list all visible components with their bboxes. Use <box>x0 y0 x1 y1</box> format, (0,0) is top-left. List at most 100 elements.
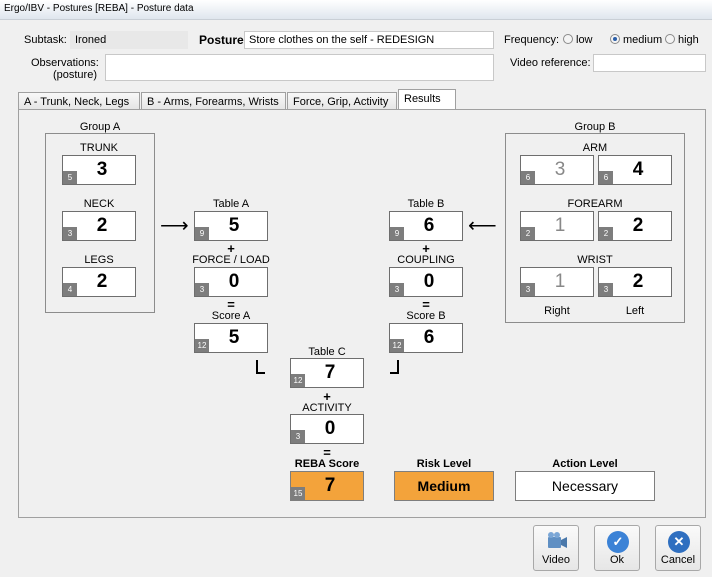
posture-label: Posture: <box>199 33 248 47</box>
activity-max: 3 <box>291 430 305 443</box>
coupling-value: 0 <box>423 271 435 292</box>
wrist-label: WRIST <box>577 254 613 266</box>
radio-low-icon[interactable] <box>563 34 573 44</box>
reba-score-label: REBA Score <box>294 458 360 470</box>
equals-c: = <box>323 445 331 460</box>
radio-medium-icon[interactable] <box>610 34 620 44</box>
activity-value: 0 <box>324 418 336 439</box>
legs-value: 2 <box>96 271 108 292</box>
score-a-max: 12 <box>195 339 209 352</box>
observations-label-line2: (posture) <box>52 69 97 81</box>
frequency-low-radio[interactable]: low <box>559 34 593 46</box>
neck-label: NECK <box>83 198 115 210</box>
right-label: Right <box>544 305 570 317</box>
score-a-label: Score A <box>211 310 251 322</box>
posture-field[interactable]: Store clothes on the self - REDESIGN <box>244 31 494 49</box>
cancel-button[interactable]: ✕ Cancel <box>655 525 701 571</box>
equals-b: = <box>422 297 430 312</box>
legs-score-box: 4 2 <box>62 267 136 297</box>
trunk-score-box: 5 3 <box>62 155 136 185</box>
plus-b: + <box>422 241 430 256</box>
legs-max: 4 <box>63 283 77 296</box>
table-a-box: 9 5 <box>194 211 268 241</box>
tab-results[interactable]: Results <box>398 89 456 110</box>
observations-label: Observations: (posture) <box>31 57 99 81</box>
action-level-label: Action Level <box>552 458 618 470</box>
tab-force-grip-activity[interactable]: Force, Grip, Activity <box>287 92 397 110</box>
observations-field[interactable] <box>105 54 494 81</box>
force-load-label: FORCE / LOAD <box>192 254 270 266</box>
equals-a: = <box>227 297 235 312</box>
frequency-medium-label: medium <box>623 34 663 46</box>
left-label: Left <box>625 305 645 317</box>
neck-value: 2 <box>96 215 108 236</box>
forearm-left-value: 2 <box>632 215 644 236</box>
force-load-max: 3 <box>195 283 209 296</box>
neck-score-box: 3 2 <box>62 211 136 241</box>
arm-right-max: 6 <box>521 171 535 184</box>
tab-trunk-neck-legs[interactable]: A - Trunk, Neck, Legs <box>18 92 140 110</box>
table-a-value: 5 <box>228 215 240 236</box>
checkmark-icon: ✓ <box>607 531 629 553</box>
arm-left-max: 6 <box>599 171 613 184</box>
frequency-label: Frequency: <box>504 34 560 46</box>
score-b-max: 12 <box>390 339 404 352</box>
neck-max: 3 <box>63 227 77 240</box>
forearm-left-max: 2 <box>599 227 613 240</box>
video-reference-field[interactable] <box>593 54 706 72</box>
close-icon: ✕ <box>668 531 690 553</box>
coupling-label: COUPLING <box>397 254 455 266</box>
reba-score-max: 15 <box>291 487 305 500</box>
trunk-max: 5 <box>63 171 77 184</box>
trunk-label: TRUNK <box>80 142 118 154</box>
score-b-value: 6 <box>423 327 435 348</box>
action-level-value: Necessary <box>515 471 655 501</box>
arm-right-value: 3 <box>554 159 566 180</box>
risk-level-label: Risk Level <box>416 458 472 470</box>
table-a-label: Table A <box>212 198 250 210</box>
legs-label: LEGS <box>84 254 114 266</box>
radio-high-icon[interactable] <box>665 34 675 44</box>
arm-right-box: 6 3 <box>520 155 594 185</box>
trunk-value: 3 <box>96 159 108 180</box>
group-b-title: Group B <box>574 121 616 133</box>
forearm-right-value: 1 <box>554 215 566 236</box>
arrow-left-icon: ⟵ <box>468 215 497 237</box>
wrist-right-value: 1 <box>554 271 566 292</box>
table-b-max: 9 <box>390 227 404 240</box>
subtask-field: Ironed <box>70 31 188 49</box>
ok-button[interactable]: ✓ Ok <box>594 525 640 571</box>
window-title: Ergo/IBV - Postures [REBA] - Posture dat… <box>0 0 712 20</box>
table-b-box: 9 6 <box>389 211 463 241</box>
force-load-value: 0 <box>228 271 240 292</box>
wrist-right-max: 3 <box>521 283 535 296</box>
frequency-high-radio[interactable]: high <box>661 34 699 46</box>
table-c-label: Table C <box>308 346 346 358</box>
arm-left-box: 6 4 <box>598 155 672 185</box>
table-c-box: 12 7 <box>290 358 364 388</box>
score-a-value: 5 <box>228 327 240 348</box>
table-c-max: 12 <box>291 374 305 387</box>
activity-label: ACTIVITY <box>302 402 352 414</box>
plus-c: + <box>323 389 331 404</box>
reba-score-box: 15 7 <box>290 471 364 501</box>
connector-a-icon <box>256 360 265 374</box>
ok-button-label: Ok <box>609 554 625 566</box>
score-b-box: 12 6 <box>389 323 463 353</box>
forearm-right-box: 2 1 <box>520 211 594 241</box>
video-button[interactable]: Video <box>533 525 579 571</box>
arrow-right-icon: ⟶ <box>160 215 189 237</box>
plus-a: + <box>227 241 235 256</box>
wrist-left-box: 3 2 <box>598 267 672 297</box>
risk-level-value: Medium <box>394 471 494 501</box>
forearm-label: FOREARM <box>567 198 623 210</box>
tab-arms-forearms-wrists[interactable]: B - Arms, Forearms, Wrists <box>141 92 286 110</box>
activity-box: 3 0 <box>290 414 364 444</box>
coupling-box: 3 0 <box>389 267 463 297</box>
score-b-label: Score B <box>406 310 446 322</box>
frequency-medium-radio[interactable]: medium <box>606 34 662 46</box>
frequency-high-label: high <box>678 34 699 46</box>
observations-label-line1: Observations: <box>31 57 99 69</box>
wrist-left-max: 3 <box>599 283 613 296</box>
score-a-box: 12 5 <box>194 323 268 353</box>
